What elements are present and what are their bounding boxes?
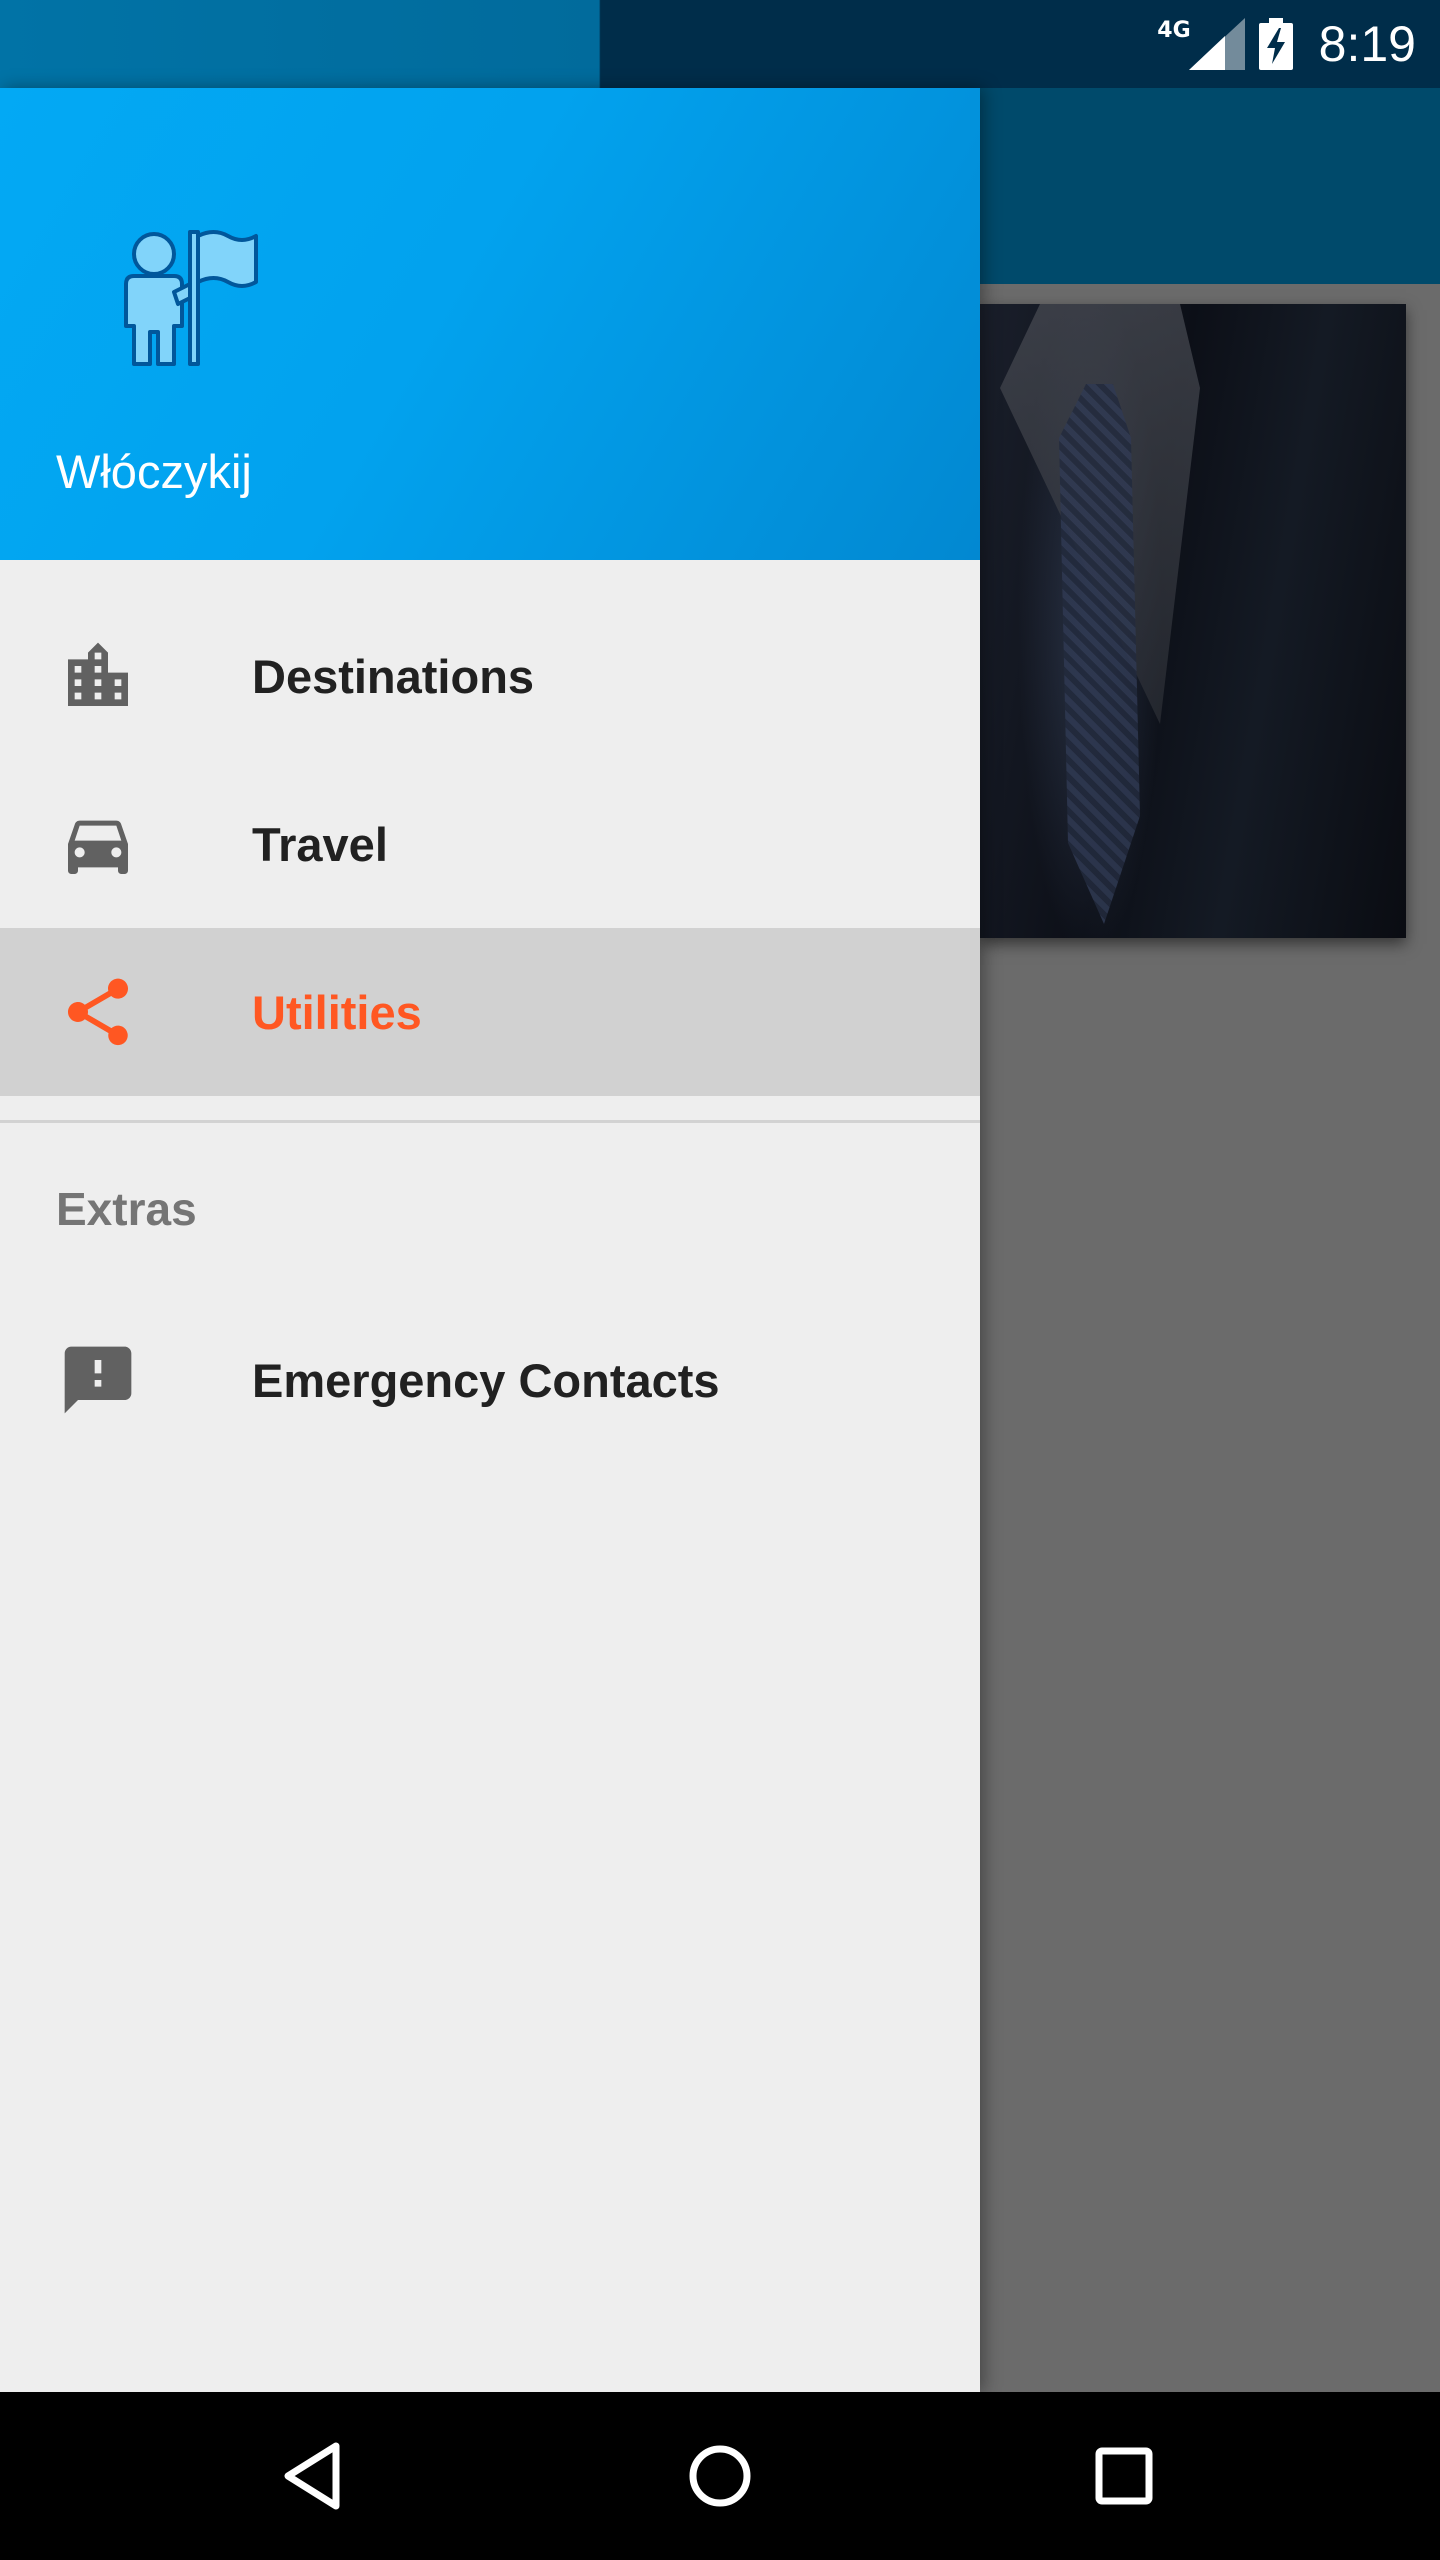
menu-label-utilities: Utilities: [252, 985, 422, 1039]
menu-label-emergency-contacts: Emergency Contacts: [252, 1353, 720, 1407]
share-icon: [68, 978, 128, 1046]
section-divider: [0, 1120, 980, 1123]
background-photo: [980, 304, 1406, 938]
status-bar: 4G 8:19: [0, 0, 1440, 88]
recents-square-icon[interactable]: [1084, 2436, 1164, 2516]
traveler-with-flag-icon: [124, 230, 258, 366]
menu-item-destinations[interactable]: Destinations: [0, 592, 980, 760]
drawer-header: Włóczykij: [0, 88, 980, 560]
battery-charging-icon: [1258, 18, 1293, 70]
section-title-extras: Extras: [56, 1183, 197, 1235]
home-circle-icon[interactable]: [680, 2436, 760, 2516]
menu-item-travel[interactable]: Travel: [0, 760, 980, 928]
menu-item-emergency-contacts[interactable]: Emergency Contacts: [0, 1296, 980, 1464]
network-type: 4G: [1157, 17, 1191, 43]
city-buildings-icon: [68, 642, 128, 706]
app-name: Włóczykij: [56, 445, 252, 498]
feedback-alert-icon: [64, 1346, 132, 1414]
status-icons: 4G 8:19: [1157, 0, 1416, 88]
menu-label-destinations: Destinations: [252, 649, 535, 703]
back-triangle-icon[interactable]: [276, 2436, 356, 2516]
menu-item-utilities[interactable]: Utilities: [0, 928, 980, 1096]
car-icon: [68, 820, 128, 874]
clock: 8:19: [1318, 16, 1416, 72]
signal-icon: [1188, 18, 1245, 70]
system-nav-bar: [0, 2392, 1440, 2560]
screen: 4G 8:19 Włóczykij Destinations Travel Ut…: [0, 0, 1440, 2560]
drawer-menu: Destinations Travel Utilities: [0, 592, 980, 1096]
menu-label-travel: Travel: [252, 817, 388, 871]
navigation-drawer: Włóczykij Destinations Travel Utilities: [0, 88, 980, 2392]
